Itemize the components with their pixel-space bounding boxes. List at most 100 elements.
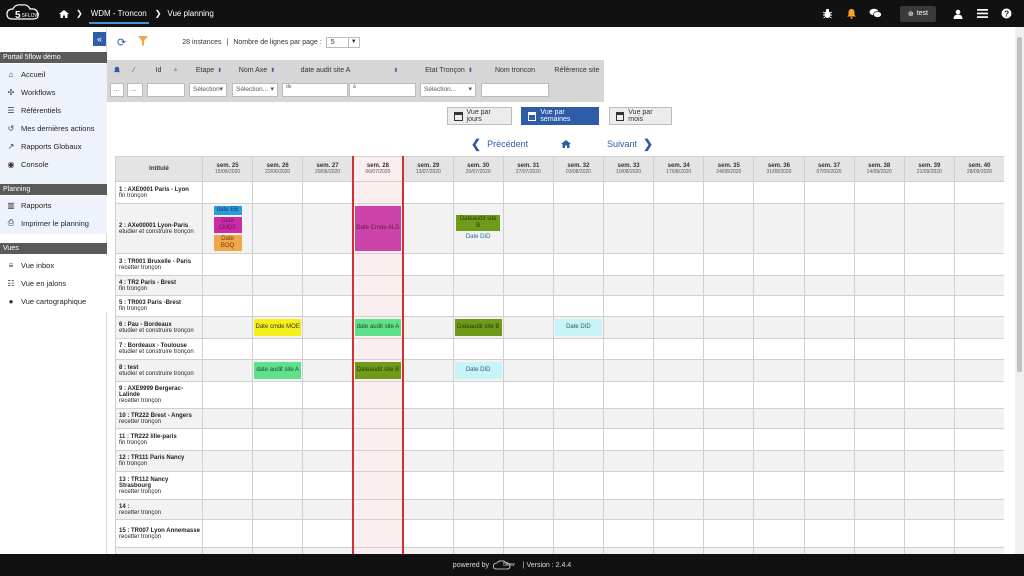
event-badge[interactable]: date audit site A <box>354 319 401 336</box>
column-header-nom-axe[interactable]: Nom Axe ⬍ <box>232 60 282 80</box>
planning-cell[interactable] <box>302 275 354 296</box>
planning-cell[interactable] <box>803 203 855 254</box>
planning-cell[interactable] <box>602 381 655 409</box>
filter-icon[interactable] <box>138 35 149 49</box>
planning-cell[interactable] <box>201 338 254 360</box>
planning-cell[interactable]: Date DID <box>452 359 504 382</box>
planning-cell[interactable] <box>402 181 454 204</box>
vertical-scrollbar[interactable] <box>1015 27 1024 554</box>
planning-cell[interactable] <box>953 471 1004 500</box>
planning-cell[interactable] <box>653 295 705 317</box>
planning-cell[interactable] <box>703 203 755 254</box>
planning-cell[interactable]: date audit site A <box>252 359 304 382</box>
planning-cell[interactable] <box>853 203 905 254</box>
planning-cell[interactable] <box>502 450 554 472</box>
planning-cell[interactable]: Dateaudit site B <box>351 359 405 382</box>
sidebar-item-console[interactable]: ◉ Console <box>0 155 107 173</box>
filter-date-from-input[interactable]: de <box>282 83 348 97</box>
help-icon[interactable]: ? <box>994 0 1018 27</box>
planning-cell[interactable] <box>703 381 755 409</box>
planning-cell[interactable] <box>653 381 705 409</box>
planning-cell[interactable] <box>552 253 605 276</box>
planning-cell[interactable] <box>252 253 304 276</box>
column-header-etat-troncon[interactable]: Etat Tronçon ⬍ <box>419 60 479 80</box>
previous-button[interactable]: ❮ Précédent <box>471 137 528 151</box>
planning-cell[interactable] <box>201 316 254 339</box>
planning-cell[interactable] <box>803 381 855 409</box>
planning-cell[interactable] <box>252 450 304 472</box>
planning-cell[interactable] <box>552 450 605 472</box>
planning-cell[interactable] <box>602 359 655 382</box>
hamburger-menu-icon[interactable] <box>970 0 994 27</box>
planning-cell[interactable] <box>653 450 705 472</box>
planning-cell[interactable] <box>803 253 855 276</box>
planning-cell[interactable] <box>903 203 955 254</box>
planning-cell[interactable] <box>252 181 304 204</box>
planning-cell[interactable] <box>502 408 554 429</box>
event-badge[interactable]: Dateaudit site B <box>354 362 401 379</box>
planning-cell[interactable] <box>552 203 605 254</box>
planning-cell[interactable] <box>302 519 354 548</box>
planning-cell[interactable] <box>853 471 905 500</box>
planning-cell[interactable] <box>753 519 805 548</box>
planning-cell[interactable] <box>653 203 705 254</box>
planning-cell[interactable] <box>803 359 855 382</box>
event-badge[interactable]: Date Cmde ALD <box>354 206 401 251</box>
planning-cell[interactable] <box>903 316 955 339</box>
planning-cell[interactable] <box>903 275 955 296</box>
planning-cell[interactable] <box>803 499 855 520</box>
filter-bell-input[interactable]: ... <box>110 83 124 97</box>
planning-cell[interactable] <box>753 203 805 254</box>
planning-cell[interactable] <box>953 181 1004 204</box>
planning-cell[interactable] <box>402 295 454 317</box>
bell-icon[interactable] <box>840 0 864 27</box>
planning-cell[interactable] <box>351 450 405 472</box>
planning-cell[interactable] <box>602 408 655 429</box>
planning-cell[interactable]: Date Cmde ALD <box>351 203 405 254</box>
planning-cell[interactable] <box>602 519 655 548</box>
planning-cell[interactable] <box>452 338 504 360</box>
planning-cell[interactable] <box>302 499 354 520</box>
planning-cell[interactable] <box>703 181 755 204</box>
planning-cell[interactable] <box>853 275 905 296</box>
planning-cell[interactable] <box>402 519 454 548</box>
planning-cell[interactable] <box>552 428 605 451</box>
planning-cell[interactable] <box>853 450 905 472</box>
planning-cell[interactable] <box>452 275 504 296</box>
planning-cell[interactable] <box>653 181 705 204</box>
planning-cell[interactable] <box>903 253 955 276</box>
planning-cell[interactable] <box>252 428 304 451</box>
planning-cell[interactable] <box>653 253 705 276</box>
planning-cell[interactable] <box>853 381 905 409</box>
planning-cell[interactable] <box>903 450 955 472</box>
breadcrumb-item-troncon[interactable]: WDM - Troncon <box>88 3 149 24</box>
planning-cell[interactable] <box>201 295 254 317</box>
planning-cell[interactable] <box>703 450 755 472</box>
planning-cell[interactable] <box>803 295 855 317</box>
event-badge[interactable]: Date cmde MOE <box>254 319 302 336</box>
planning-cell[interactable] <box>753 253 805 276</box>
bug-icon[interactable] <box>816 0 840 27</box>
planning-cell[interactable] <box>552 359 605 382</box>
event-badge[interactable]: Date DID <box>456 233 500 242</box>
planning-cell[interactable] <box>402 408 454 429</box>
planning-cell[interactable] <box>201 519 254 548</box>
refresh-icon[interactable]: ⟳ <box>117 36 126 49</box>
planning-cell[interactable]: Dateaudit site B Date DID <box>452 203 504 254</box>
planning-cell[interactable] <box>753 316 805 339</box>
planning-cell[interactable] <box>803 338 855 360</box>
planning-cell[interactable] <box>903 499 955 520</box>
planning-cell[interactable] <box>252 203 304 254</box>
row-label[interactable]: 4 : TR2 Paris - Brest fin tronçon <box>115 275 203 296</box>
user-icon[interactable] <box>946 0 970 27</box>
planning-cell[interactable] <box>602 338 655 360</box>
planning-cell[interactable] <box>252 275 304 296</box>
planning-cell[interactable] <box>703 275 755 296</box>
planning-cell[interactable] <box>502 338 554 360</box>
planning-cell[interactable] <box>753 275 805 296</box>
5flow-logo[interactable]: 5 5FLOW <box>6 3 46 24</box>
filter-etape-select[interactable]: Sélection <box>189 83 227 97</box>
row-label[interactable]: 15 : TR007 Lyon Annemasse recetter tronço… <box>115 519 203 548</box>
next-button[interactable]: Suivant ❯ <box>607 137 653 151</box>
planning-cell[interactable] <box>351 408 405 429</box>
